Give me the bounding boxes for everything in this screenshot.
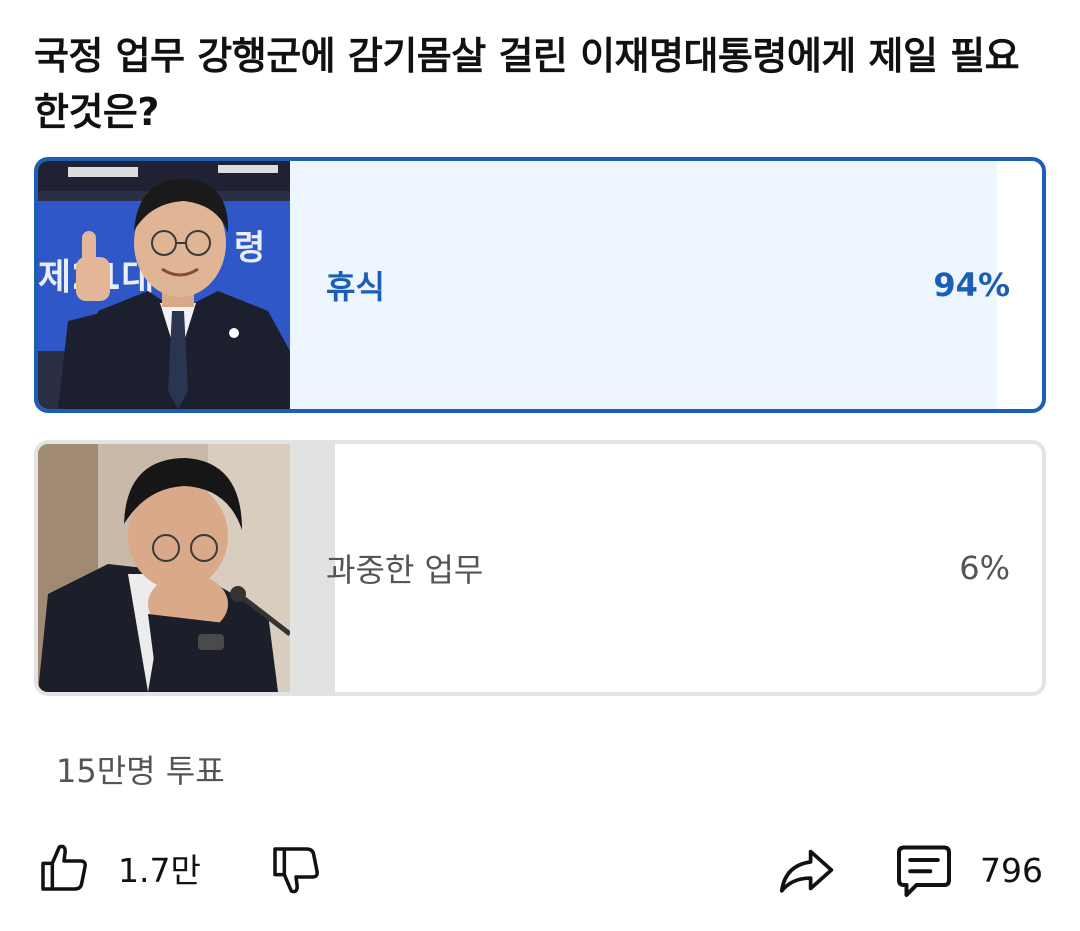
thumbs-up-icon [41,844,87,891]
poll-question: 국정 업무 강행군에 감기몸살 걸린 이재명대통령에게 제일 필요한것은? [34,34,1020,134]
comment-count: 796 [980,850,1043,890]
comment-button[interactable]: 796 [894,840,1043,900]
option-image-thumbs-up-photo: 제21대 령 [38,161,290,409]
poll-option-percent: 94% [933,266,1010,304]
share-button[interactable] [776,842,836,898]
poll-option-label: 과중한 업무 [326,551,484,589]
poll-option-label: 휴식 [326,268,385,306]
share-arrow-icon [779,849,834,893]
comment-icon [897,845,951,897]
poll-option-rest[interactable]: 제21대 령 [34,157,1046,413]
like-count: 1.7만 [118,851,201,890]
poll-option-workload[interactable]: 과중한 업무 6% [34,440,1046,696]
like-button[interactable]: 1.7만 [36,840,201,896]
poll-option-percent: 6% [959,549,1010,587]
option-image-thinking-photo [38,444,290,692]
total-votes: 15만명 투표 [56,752,225,790]
dislike-button[interactable] [268,842,324,898]
thumbs-down-icon [273,847,319,894]
svg-text:령: 령 [234,228,265,268]
poll-post: 국정 업무 강행군에 감기몸살 걸린 이재명대통령에게 제일 필요한것은? 제2… [0,0,1080,931]
